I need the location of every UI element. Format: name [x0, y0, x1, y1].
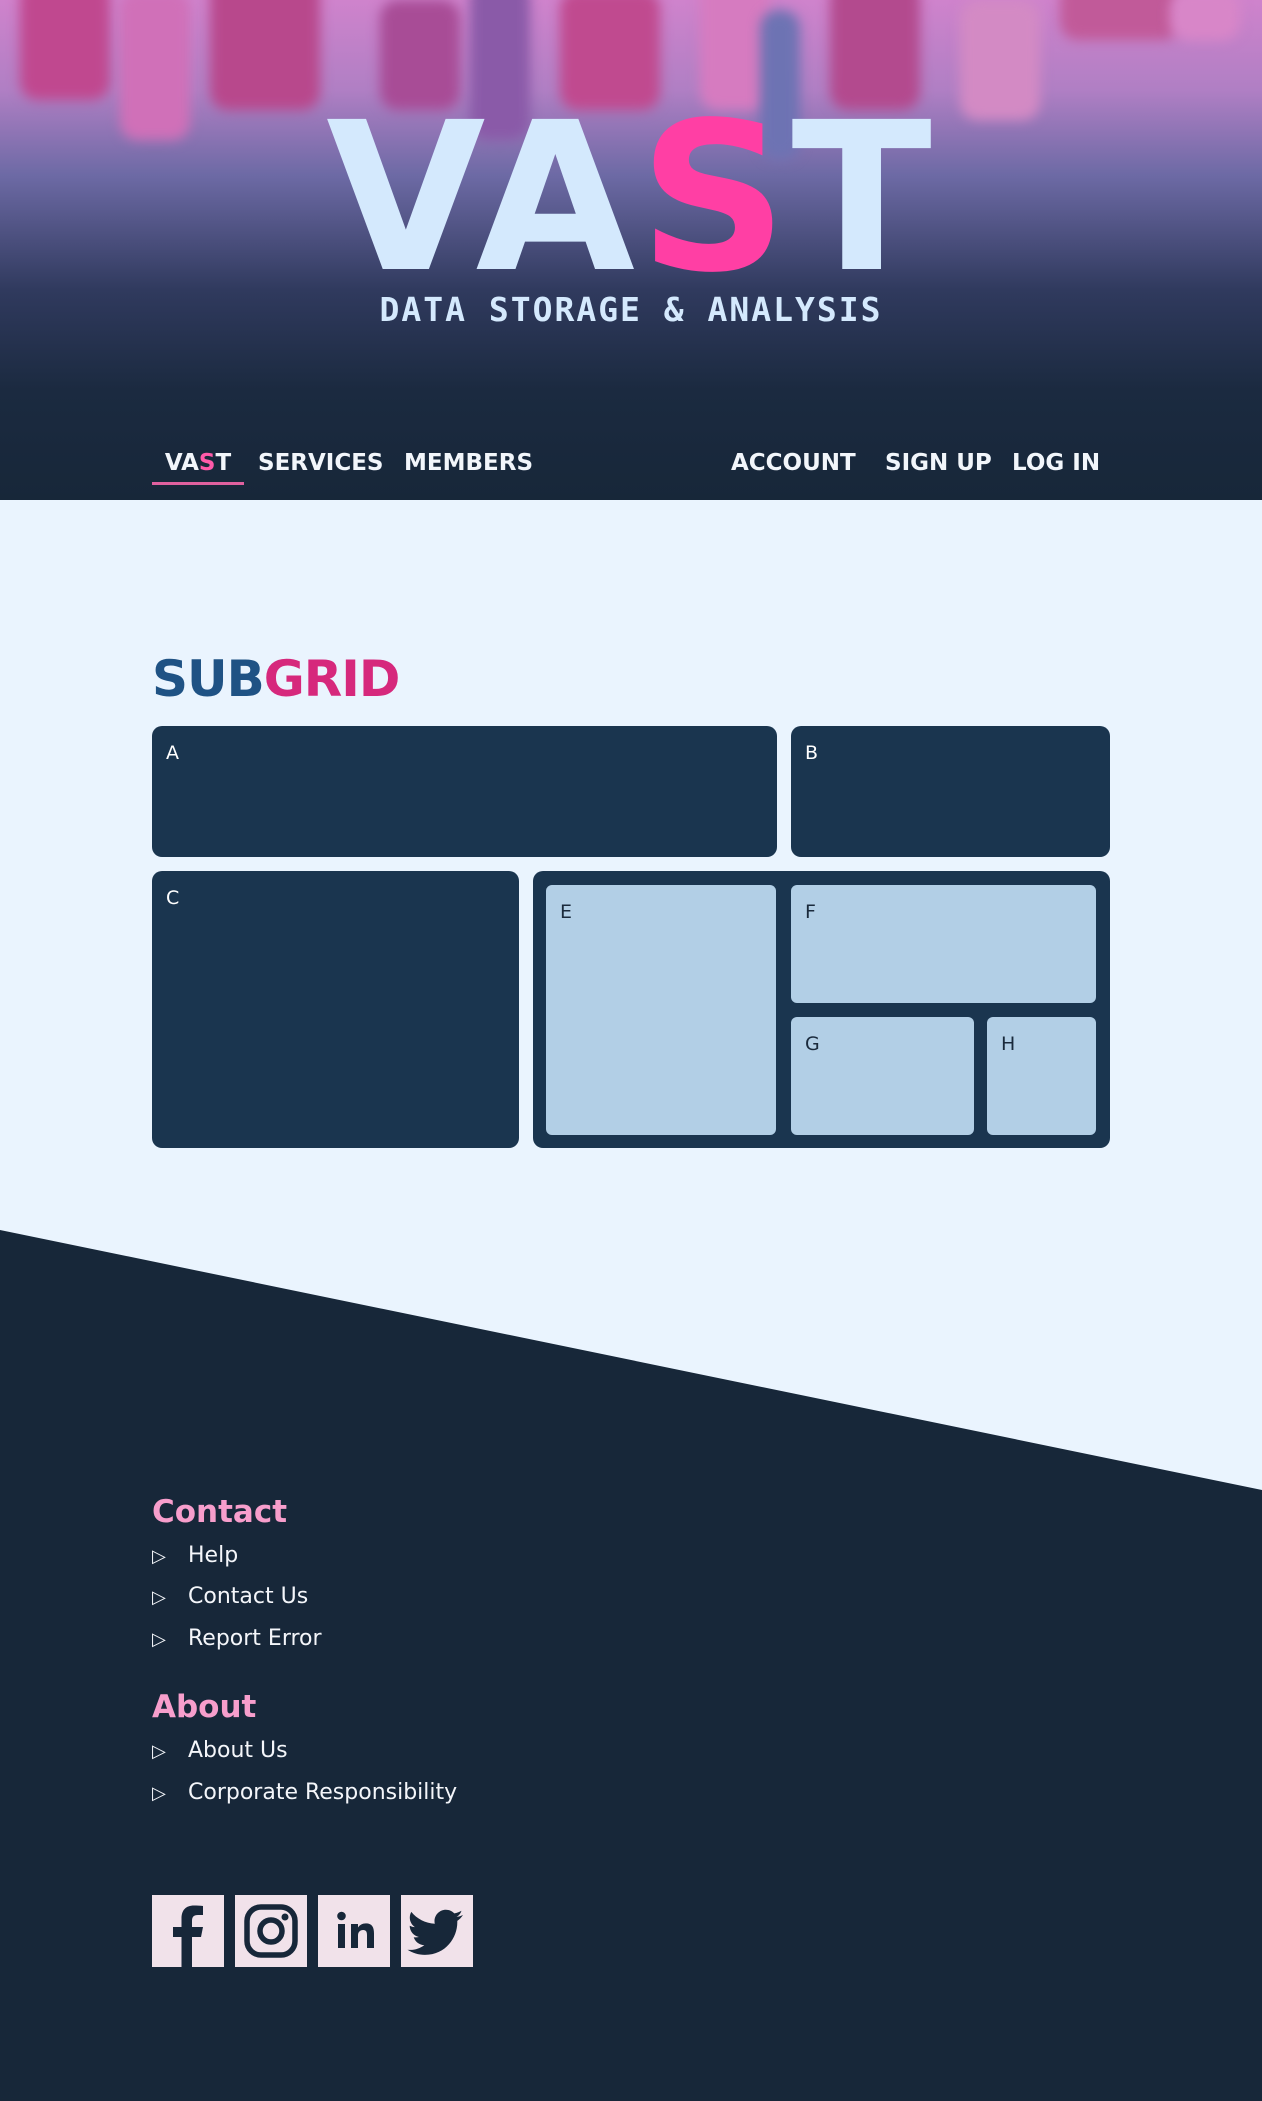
footer-contact-heading: Contact: [152, 1494, 288, 1530]
footer-link-contact-us[interactable]: ▷ Contact Us: [152, 1582, 308, 1612]
grid-cell-b: B: [791, 726, 1110, 857]
triangle-right-icon: ▷: [152, 1783, 166, 1804]
facebook-icon[interactable]: [152, 1895, 224, 1967]
nav-login-link[interactable]: LOG IN: [1012, 445, 1100, 485]
nav-home-link[interactable]: VAST: [152, 445, 244, 485]
subgrid-cell-g: G: [791, 1017, 974, 1135]
footer-about-heading: About: [152, 1689, 257, 1725]
brand-logo: VAST: [326, 78, 936, 318]
subgrid-cell-e: E: [546, 885, 776, 1135]
footer-link-report-error[interactable]: ▷ Report Error: [152, 1624, 322, 1654]
instagram-icon[interactable]: [235, 1895, 307, 1967]
brand-tagline: DATA STORAGE & ANALYSIS: [379, 290, 883, 329]
main-nav: VAST SERVICES MEMBERS ACCOUNT SIGN UP LO…: [152, 445, 1110, 485]
subgrid-cell-f: F: [791, 885, 1096, 1003]
footer-background: [0, 1230, 1262, 2101]
page-title: SUBGRID: [152, 650, 400, 708]
triangle-right-icon: ▷: [152, 1629, 166, 1650]
nav-services-link[interactable]: SERVICES: [258, 445, 384, 485]
triangle-right-icon: ▷: [152, 1587, 166, 1608]
grid-cell-a: A: [152, 726, 777, 857]
footer-link-help[interactable]: ▷ Help: [152, 1541, 238, 1571]
footer-link-about-us[interactable]: ▷ About Us: [152, 1736, 288, 1766]
nav-signup-link[interactable]: SIGN UP: [885, 445, 992, 485]
linkedin-icon[interactable]: [318, 1895, 390, 1967]
triangle-right-icon: ▷: [152, 1546, 166, 1567]
triangle-right-icon: ▷: [152, 1741, 166, 1762]
grid-cell-c: C: [152, 871, 519, 1148]
subgrid-cell-h: H: [987, 1017, 1096, 1135]
nav-members-link[interactable]: MEMBERS: [404, 445, 533, 485]
footer-link-corporate-responsibility[interactable]: ▷ Corporate Responsibility: [152, 1778, 457, 1808]
hero-banner: VAST DATA STORAGE & ANALYSIS VAST SERVIC…: [0, 0, 1262, 500]
twitter-icon[interactable]: [401, 1895, 473, 1967]
nav-account-link[interactable]: ACCOUNT: [731, 445, 856, 485]
brand-logo-accent: S: [638, 78, 792, 318]
